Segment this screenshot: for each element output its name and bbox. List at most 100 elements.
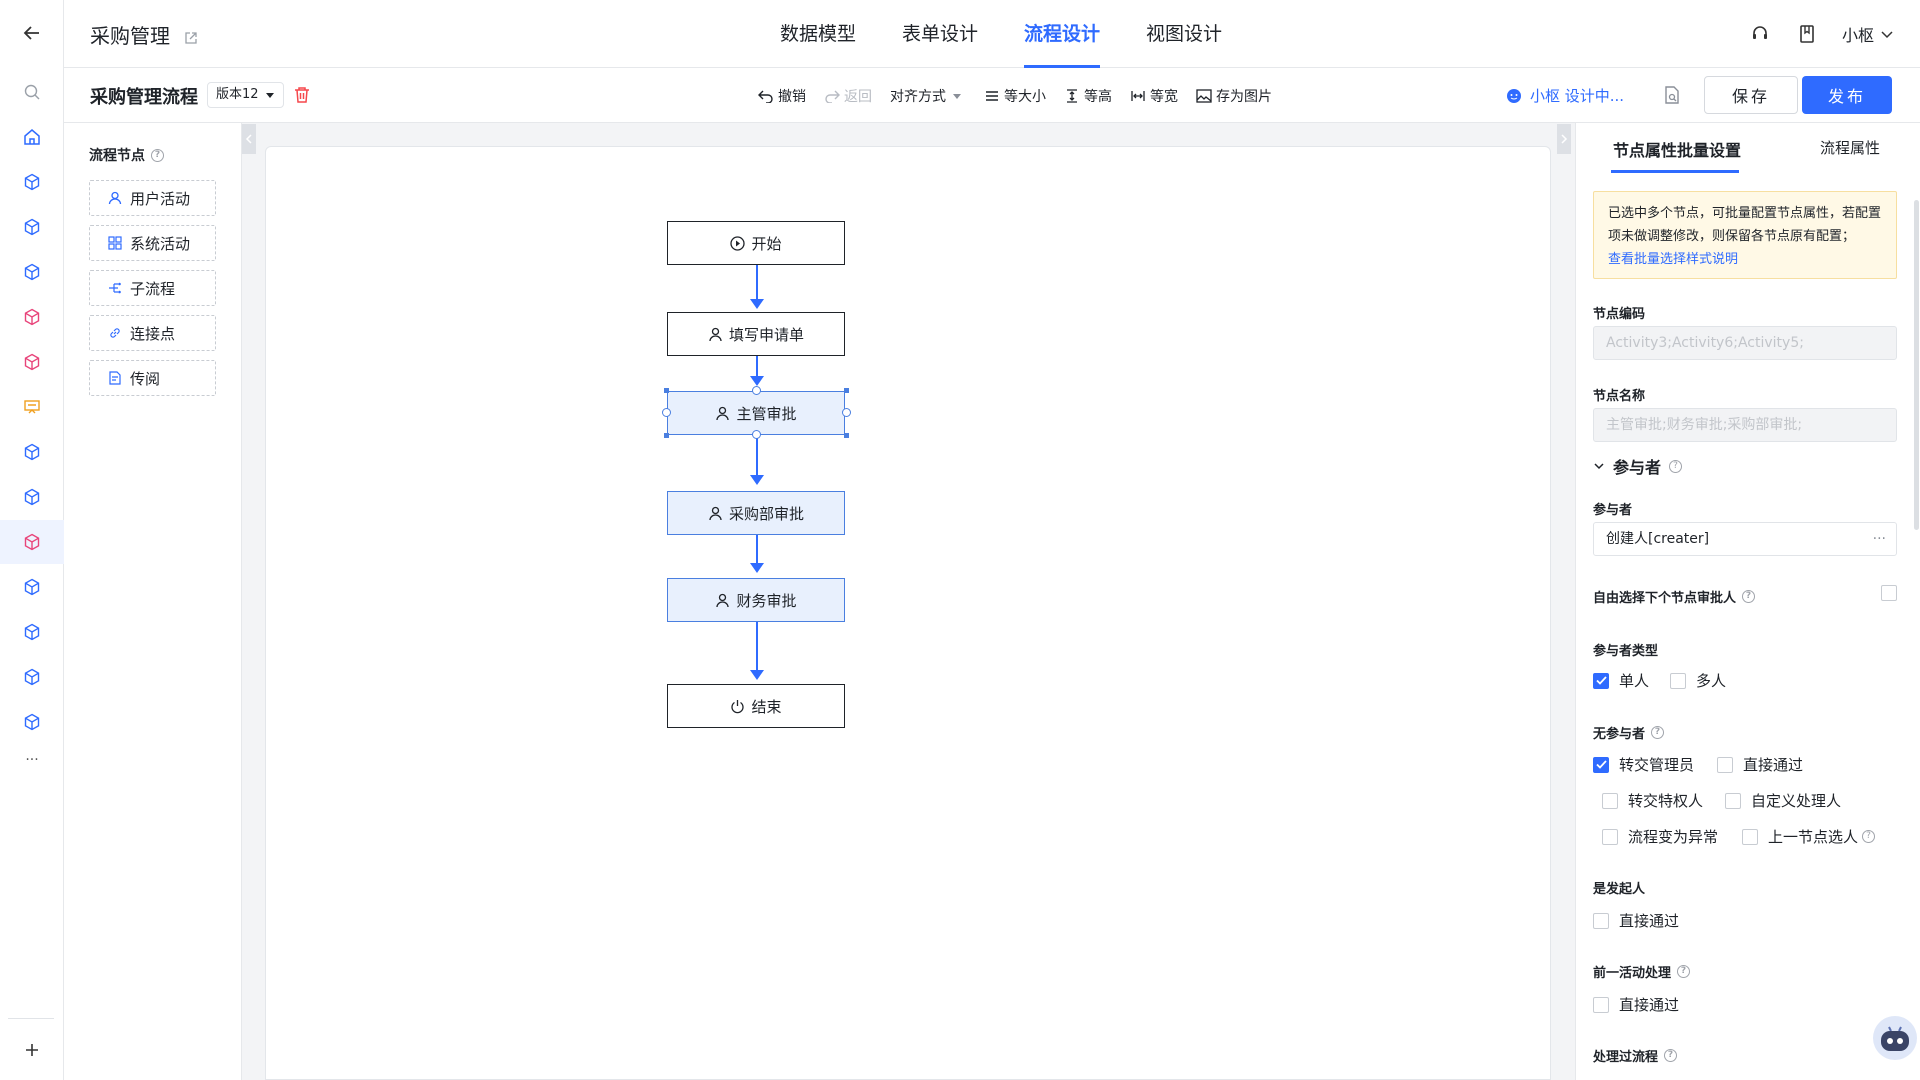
flow-node-fill-form[interactable]: 填写申请单 (667, 312, 845, 356)
resize-handle[interactable] (664, 388, 669, 393)
free-select-checkbox[interactable] (1881, 585, 1897, 601)
assistant-status[interactable]: 小枢 设计中... (1506, 85, 1624, 106)
assistant-robot-icon[interactable] (1873, 1016, 1917, 1060)
checkbox[interactable] (1602, 828, 1618, 845)
tab-form-design[interactable]: 表单设计 (902, 0, 978, 68)
support-icon[interactable] (1750, 24, 1770, 44)
undo-button[interactable]: 撤销 (758, 86, 806, 106)
no-participant-pass[interactable]: 直接通过 (1717, 754, 1803, 775)
back-arrow-icon[interactable] (0, 11, 64, 55)
checkbox[interactable] (1593, 912, 1609, 929)
cube-icon[interactable] (0, 655, 64, 699)
connector-arrow (750, 670, 764, 680)
help-icon[interactable]: ? (1651, 726, 1665, 739)
collapse-right-handle[interactable] (1557, 124, 1571, 154)
cube-icon[interactable] (0, 295, 64, 339)
node-item-system-activity[interactable]: 系统活动 (89, 225, 216, 261)
cube-icon[interactable] (0, 160, 64, 204)
flow-canvas[interactable]: 开始 填写申请单 主管审批 采购部审批 财务审批 结束 (265, 146, 1551, 1080)
checkbox[interactable] (1742, 828, 1758, 845)
cube-icon[interactable] (0, 610, 64, 654)
tab-flow-props[interactable]: 流程属性 (1820, 137, 1880, 158)
checkbox-checked[interactable] (1593, 672, 1609, 689)
no-participant-flow-exception[interactable]: 流程变为异常 (1602, 826, 1718, 847)
help-icon[interactable]: ? (1742, 590, 1756, 603)
is-initiator-pass[interactable]: 直接通过 (1593, 910, 1679, 931)
option-label: 直接通过 (1619, 912, 1680, 930)
checkbox[interactable] (1670, 672, 1686, 689)
same-height-button[interactable]: 等高 (1064, 86, 1112, 106)
node-connect-handle[interactable] (842, 408, 851, 417)
help-icon[interactable]: ? (1862, 830, 1876, 843)
scrollbar[interactable] (1914, 200, 1919, 530)
notice-link[interactable]: 查看批量选择样式说明 (1608, 252, 1738, 267)
save-image-button[interactable]: 存为图片 (1196, 86, 1272, 106)
participant-type-single[interactable]: 单人 (1593, 670, 1649, 691)
resize-handle[interactable] (844, 433, 849, 438)
prev-activity-pass[interactable]: 直接通过 (1593, 994, 1679, 1015)
tab-flow-design[interactable]: 流程设计 (1024, 0, 1101, 68)
redo-button[interactable]: 返回 (824, 86, 872, 106)
tab-view-design[interactable]: 视图设计 (1146, 0, 1222, 68)
no-participant-prev-node-select[interactable]: 上一节点选人 ? (1742, 826, 1876, 847)
node-connect-handle[interactable] (752, 386, 761, 395)
resize-handle[interactable] (664, 433, 669, 438)
help-icon[interactable]: ? (1669, 459, 1683, 473)
flow-node-purchase-approval[interactable]: 采购部审批 (667, 491, 845, 535)
cube-icon[interactable] (0, 565, 64, 609)
checkbox[interactable] (1725, 792, 1741, 809)
search-icon[interactable] (0, 70, 64, 114)
cube-icon[interactable] (0, 520, 64, 564)
preview-icon[interactable] (1663, 85, 1681, 105)
node-item-subflow[interactable]: 子流程 (89, 270, 216, 306)
tab-batch-node-props[interactable]: 节点属性批量设置 (1613, 137, 1741, 161)
flow-node-end[interactable]: 结束 (667, 684, 845, 728)
presentation-icon[interactable] (0, 385, 64, 429)
node-item-user-activity[interactable]: 用户活动 (89, 180, 216, 216)
delete-icon[interactable] (294, 86, 310, 104)
flow-node-supervisor-approval[interactable]: 主管审批 (667, 391, 845, 435)
checkbox[interactable] (1593, 996, 1609, 1013)
checkbox-checked[interactable] (1593, 756, 1609, 773)
participant-type-multi[interactable]: 多人 (1670, 670, 1726, 691)
home-icon[interactable] (0, 115, 64, 159)
more-icon[interactable]: ··· (0, 738, 64, 782)
option-label: 转交管理员 (1619, 756, 1695, 774)
no-participant-transfer-admin[interactable]: 转交管理员 (1593, 754, 1694, 775)
publish-button[interactable]: 发布 (1802, 76, 1892, 114)
align-dropdown[interactable]: 对齐方式 (890, 86, 966, 106)
resize-handle[interactable] (844, 388, 849, 393)
cube-icon[interactable] (0, 475, 64, 519)
no-participant-transfer-privileged[interactable]: 转交特权人 (1602, 790, 1703, 811)
checkbox[interactable] (1602, 792, 1618, 809)
participant-field[interactable]: 创建人[creater] ··· (1593, 522, 1897, 556)
book-icon[interactable] (1798, 24, 1816, 44)
version-select[interactable]: 版本12 (207, 82, 284, 108)
node-item-link-point[interactable]: 连接点 (89, 315, 216, 351)
node-connect-handle[interactable] (752, 430, 761, 439)
flow-node-start[interactable]: 开始 (667, 221, 845, 265)
more-options-icon[interactable]: ··· (1873, 523, 1886, 555)
cube-icon[interactable] (0, 430, 64, 474)
no-participant-custom-handler[interactable]: 自定义处理人 (1725, 790, 1841, 811)
same-width-button[interactable]: 等宽 (1130, 86, 1178, 106)
external-link-icon[interactable] (184, 31, 198, 45)
tab-data-model[interactable]: 数据模型 (780, 0, 856, 68)
flow-node-finance-approval[interactable]: 财务审批 (667, 578, 845, 622)
cube-icon[interactable] (0, 250, 64, 294)
user-name[interactable]: 小枢 (1842, 22, 1874, 46)
chevron-down-icon[interactable] (1880, 27, 1894, 41)
save-button[interactable]: 保存 (1704, 76, 1798, 114)
cube-icon[interactable] (0, 205, 64, 249)
collapse-left-handle[interactable] (242, 124, 256, 154)
help-icon[interactable]: ? (1677, 965, 1691, 978)
plus-icon[interactable] (0, 1028, 64, 1072)
checkbox[interactable] (1717, 756, 1733, 773)
participants-section-header[interactable]: 参与者 ? (1593, 454, 1683, 478)
cube-icon[interactable] (0, 340, 64, 384)
help-icon[interactable]: ? (151, 148, 164, 162)
same-size-button[interactable]: 等大小 (984, 86, 1046, 106)
node-connect-handle[interactable] (662, 408, 671, 417)
help-icon[interactable]: ? (1664, 1049, 1678, 1062)
node-item-circulate[interactable]: 传阅 (89, 360, 216, 396)
